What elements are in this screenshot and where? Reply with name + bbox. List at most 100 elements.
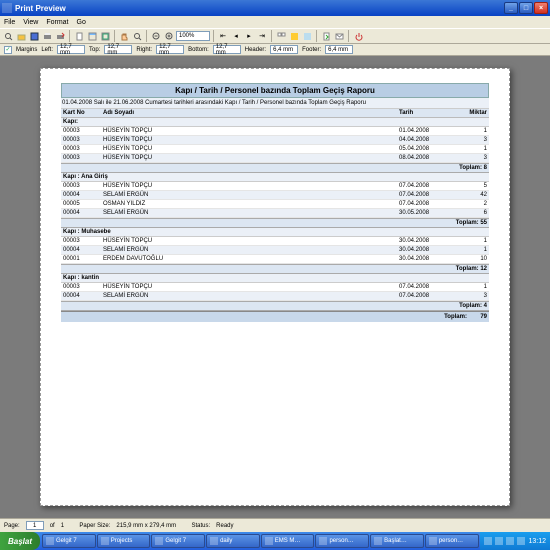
cell-miktar: 1 (455, 127, 489, 135)
prev-page-icon[interactable]: ◂ (230, 30, 242, 42)
page-current[interactable]: 1 (26, 521, 44, 530)
zoom-icon[interactable] (131, 30, 143, 42)
separator (114, 30, 115, 42)
cell-tarih: 30.04.2008 (397, 246, 455, 254)
col-adsoyad: Adı Soyadı (101, 109, 397, 117)
top-input[interactable]: 12,7 mm (104, 45, 132, 54)
taskbar-item[interactable]: person… (425, 534, 479, 548)
cell-adsoyad: ERDEM DAVUTOĞLU (101, 255, 397, 263)
cell-tarih: 30.05.2008 (397, 209, 455, 217)
margins-icon[interactable] (99, 30, 111, 42)
table-row: 00003HÜSEYİN TOPÇU04.04.20083 (61, 136, 489, 145)
task-icon (101, 537, 109, 545)
taskbar-item[interactable]: person… (315, 534, 369, 548)
task-label: Başlat… (384, 538, 407, 544)
taskbar-item[interactable]: daily (206, 534, 260, 548)
menu-view[interactable]: View (23, 19, 38, 26)
clock[interactable]: 13:12 (528, 538, 546, 545)
status-bar: Page: 1 of 1 Paper Size: 215,9 mm x 279,… (0, 518, 550, 532)
header-input[interactable]: 6,4 mm (270, 45, 298, 54)
task-icon (210, 537, 218, 545)
table-row: 00003HÜSEYİN TOPÇU07.04.20085 (61, 182, 489, 191)
separator (271, 30, 272, 42)
watermark-icon[interactable] (301, 30, 313, 42)
cell-miktar: 10 (455, 255, 489, 263)
next-page-icon[interactable]: ▸ (243, 30, 255, 42)
taskbar-item[interactable]: Gelgit 7 (151, 534, 205, 548)
footer-input[interactable]: 6,4 mm (325, 45, 353, 54)
separator (316, 30, 317, 42)
col-kartno: Kart No (61, 109, 101, 117)
zoomout-icon[interactable] (150, 30, 162, 42)
status-value: Ready (216, 523, 233, 529)
tray-icon[interactable] (506, 537, 514, 545)
top-label: Top: (89, 47, 100, 53)
cell-miktar: 3 (455, 292, 489, 300)
cell-adsoyad: HÜSEYİN TOPÇU (101, 237, 397, 245)
print-icon[interactable] (41, 30, 53, 42)
menu-file[interactable]: File (4, 19, 15, 26)
table-row: 00004SELAMİ ERGÜN30.04.20081 (61, 246, 489, 255)
taskbar-tasks: Gelgit 7ProjectsGelgit 7dailyEMS M…perso… (40, 533, 480, 549)
cell-kartno: 00005 (61, 200, 101, 208)
col-tarih: Tarih (397, 109, 455, 117)
group-header: Kapı: (61, 118, 489, 127)
cell-adsoyad: SELAMİ ERGÜN (101, 209, 397, 217)
preview-workspace[interactable]: Kapı / Tarih / Personel bazında Toplam G… (0, 56, 550, 518)
tray-icon[interactable] (495, 537, 503, 545)
first-page-icon[interactable]: ⇤ (217, 30, 229, 42)
tray-icon[interactable] (484, 537, 492, 545)
minimize-button[interactable]: _ (504, 2, 518, 14)
close-button[interactable]: × (534, 2, 548, 14)
multipage-icon[interactable] (275, 30, 287, 42)
system-tray[interactable]: 13:12 (480, 532, 550, 550)
cell-adsoyad: SELAMİ ERGÜN (101, 246, 397, 254)
report-title: Kapı / Tarih / Personel bazında Toplam G… (61, 83, 489, 98)
bottom-input[interactable]: 12,7 mm (213, 45, 241, 54)
zoomin-icon[interactable] (163, 30, 175, 42)
separator (69, 30, 70, 42)
margins-checkbox[interactable]: ✓ (4, 46, 12, 54)
menu-bar: File View Format Go (0, 16, 550, 28)
left-label: Left: (41, 47, 53, 53)
hand-icon[interactable] (118, 30, 130, 42)
cell-kartno: 00003 (61, 154, 101, 162)
task-label: Gelgit 7 (56, 538, 77, 544)
taskbar-item[interactable]: Gelgit 7 (42, 534, 96, 548)
margins-label: Margins (16, 47, 37, 53)
right-input[interactable]: 12,7 mm (156, 45, 184, 54)
group-subtotal: Toplam: 8 (61, 163, 489, 173)
open-icon[interactable] (15, 30, 27, 42)
email-icon[interactable] (333, 30, 345, 42)
quickprint-icon[interactable] (54, 30, 66, 42)
bgcolor-icon[interactable] (288, 30, 300, 42)
taskbar-item[interactable]: Projects (97, 534, 151, 548)
cell-tarih: 08.04.2008 (397, 154, 455, 162)
search-icon[interactable] (2, 30, 14, 42)
exit-icon[interactable] (352, 30, 364, 42)
maximize-button[interactable]: □ (519, 2, 533, 14)
cell-tarih: 01.04.2008 (397, 127, 455, 135)
export-icon[interactable] (320, 30, 332, 42)
taskbar-item[interactable]: Başlat… (370, 534, 424, 548)
cell-tarih: 07.04.2008 (397, 182, 455, 190)
last-page-icon[interactable]: ⇥ (256, 30, 268, 42)
start-button[interactable]: Başlat (0, 532, 40, 550)
table-row: 00003HÜSEYİN TOPÇU07.04.20081 (61, 283, 489, 292)
left-input[interactable]: 12,7 mm (57, 45, 85, 54)
status-label: Status: (191, 523, 210, 529)
save-icon[interactable] (28, 30, 40, 42)
tray-icon[interactable] (517, 537, 525, 545)
paper-label: Paper Size: (79, 523, 110, 529)
of-label: of (50, 523, 55, 529)
menu-format[interactable]: Format (46, 19, 68, 26)
pagesetup-icon[interactable] (73, 30, 85, 42)
zoom-select[interactable]: 100% (176, 31, 210, 41)
header-icon[interactable] (86, 30, 98, 42)
cell-adsoyad: SELAMİ ERGÜN (101, 292, 397, 300)
zoom-value: 100% (179, 33, 194, 39)
cell-kartno: 00004 (61, 191, 101, 199)
taskbar-item[interactable]: EMS M… (261, 534, 315, 548)
task-icon (319, 537, 327, 545)
menu-go[interactable]: Go (77, 19, 86, 26)
